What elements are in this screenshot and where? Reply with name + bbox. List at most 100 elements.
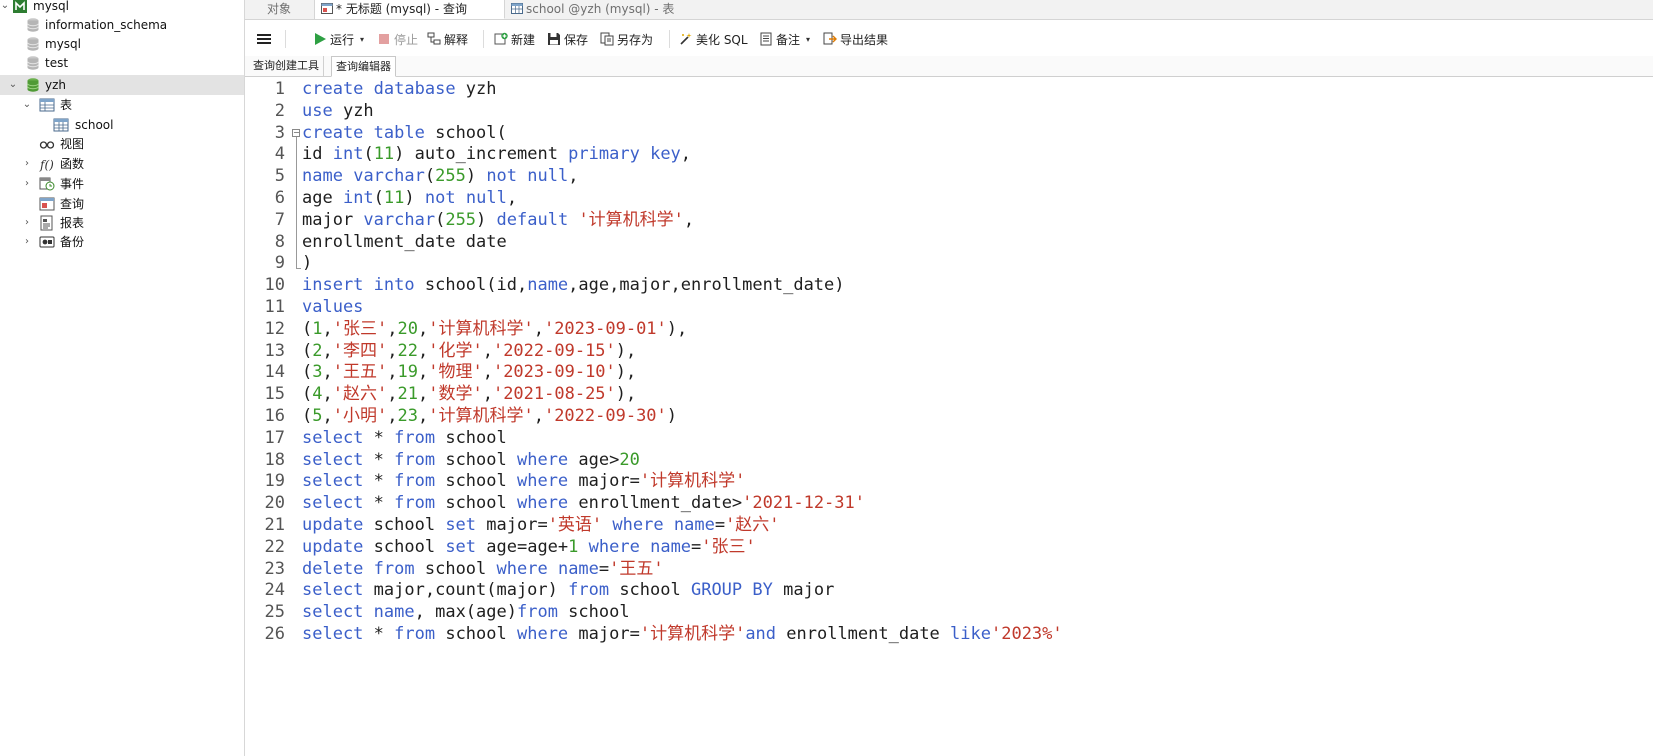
database-label: test <box>45 56 69 70</box>
tree-item-functions[interactable]: › f() 函数 <box>0 154 244 174</box>
sql-keyword: select <box>302 493 364 514</box>
sql-keyword: delete <box>302 558 364 579</box>
sql-number: 11 <box>383 188 405 208</box>
code-line[interactable]: (4,'赵六',21,'数学','2021-08-25'), <box>302 383 636 406</box>
line-number: 9 <box>274 253 285 274</box>
tab-table-school[interactable]: school @yzh (mysql) - 表 <box>505 0 680 19</box>
sql-keyword: set <box>445 536 477 557</box>
code-line[interactable]: create table school( <box>302 122 507 145</box>
sql-text: , <box>533 318 544 339</box>
sql-keyword: key <box>650 144 681 165</box>
code-line[interactable]: update school set age=age+1 where name='… <box>302 536 756 559</box>
sql-number: 23 <box>397 406 418 426</box>
dropdown-caret-icon[interactable]: ▾ <box>360 35 364 44</box>
tree-item-database[interactable]: mysql <box>0 34 244 54</box>
chevron-down-icon[interactable]: ⌄ <box>0 0 10 12</box>
tab-query-untitled[interactable]: * 无标题 (mysql) - 查询 <box>315 0 505 19</box>
sql-keyword: name <box>302 166 343 187</box>
code-line[interactable]: ) <box>302 252 312 275</box>
event-icon <box>39 176 55 192</box>
sql-string: '小明' <box>332 406 388 426</box>
code-line[interactable]: update school set major='英语' where name=… <box>302 514 780 537</box>
sql-editor[interactable]: 1 2 3 4 5 6 7 8 9 10 11 12 13 14 15 16 17 18 19 20 21 22 23 24 2… <box>245 78 1653 756</box>
sql-text: ( <box>363 144 374 165</box>
sql-text: , <box>417 318 429 339</box>
sql-string: '英语' <box>547 515 603 535</box>
sql-text: school <box>435 427 507 448</box>
new-query-button[interactable]: 新建 <box>494 29 535 49</box>
chevron-right-icon[interactable]: › <box>22 178 32 190</box>
menu-button[interactable] <box>257 29 271 49</box>
code-line[interactable]: select * from school <box>302 427 507 450</box>
chevron-right-icon[interactable]: › <box>22 236 32 248</box>
report-icon <box>39 215 55 231</box>
tree-item-database-selected[interactable]: ⌄ yzh <box>0 75 244 95</box>
tree-item-backups[interactable]: › 备份 <box>0 232 244 252</box>
tree-item-tables[interactable]: ⌄ 表 <box>0 95 244 115</box>
tree-item-reports[interactable]: › 报表 <box>0 213 244 233</box>
run-button[interactable]: 运行 ▾ <box>313 29 364 49</box>
tree-item-queries[interactable]: 查询 <box>0 194 244 214</box>
sql-number: 20 <box>397 318 418 339</box>
explain-button[interactable]: 解释 <box>427 29 468 49</box>
sql-text: school(id, <box>414 275 528 296</box>
code-line[interactable]: select major,count(major) from school GR… <box>302 579 834 602</box>
sql-text: ) <box>302 253 313 274</box>
code-line[interactable]: select * from school where major='计算机科学'… <box>302 623 1063 646</box>
code-line[interactable]: select * from school where major='计算机科学' <box>302 470 745 493</box>
sql-text: , <box>322 340 333 361</box>
chevron-right-icon[interactable]: › <box>22 158 32 170</box>
tab-objects[interactable]: 对象 <box>245 0 315 19</box>
chevron-down-icon[interactable]: ⌄ <box>22 99 32 111</box>
stop-icon <box>377 32 391 46</box>
code-line[interactable]: age int(11) not null, <box>302 187 517 210</box>
tab-query-editor[interactable]: 查询编辑器 <box>331 56 396 77</box>
code-line[interactable]: delete from school where name='王五' <box>302 558 664 581</box>
tree-label: 备份 <box>60 235 85 249</box>
code-line[interactable]: (2,'李四',22,'化学','2022-09-15'), <box>302 340 636 363</box>
explain-label: 解释 <box>444 32 469 47</box>
code-line[interactable]: (3,'王五',19,'物理','2023-09-10'), <box>302 361 636 384</box>
save-button[interactable]: 保存 <box>547 29 588 49</box>
code-line[interactable]: values <box>302 296 363 319</box>
line-number: 12 <box>264 318 285 339</box>
line-number: 24 <box>264 580 285 601</box>
code-line[interactable]: create database yzh <box>302 78 497 101</box>
code-line[interactable]: (1,'张三',20,'计算机科学','2023-09-01'), <box>302 318 687 341</box>
sql-text: = <box>714 515 726 535</box>
code-line[interactable]: select name, max(age)from school <box>302 601 630 624</box>
export-results-button[interactable]: 导出结果 <box>823 29 888 49</box>
sql-text: id <box>302 144 333 165</box>
dropdown-caret-icon[interactable]: ▾ <box>806 35 810 44</box>
tree-item-connection[interactable]: ⌄ mysql <box>0 0 244 16</box>
code-line[interactable]: name varchar(255) not null, <box>302 165 578 188</box>
tree-item-database[interactable]: test <box>0 53 244 73</box>
code-line[interactable]: (5,'小明',23,'计算机科学','2022-09-30') <box>302 405 677 428</box>
sql-keyword: varchar <box>353 166 425 187</box>
stop-button[interactable]: 停止 <box>377 29 418 49</box>
sql-text: , <box>417 406 429 426</box>
chevron-right-icon[interactable]: › <box>22 217 32 229</box>
note-button[interactable]: 备注 ▾ <box>759 29 810 49</box>
tree-item-views[interactable]: 视图 <box>0 134 244 154</box>
sql-keyword: select <box>302 449 364 470</box>
sql-text: , <box>322 362 333 383</box>
tree-item-events[interactable]: › 事件 <box>0 174 244 194</box>
chevron-down-icon[interactable]: ⌄ <box>8 79 18 91</box>
code-line[interactable]: select * from school where enrollment_da… <box>302 492 865 515</box>
code-line[interactable]: major varchar(255) default '计算机科学', <box>302 209 694 232</box>
code-line[interactable]: insert into school(id,name,age,major,enr… <box>302 274 845 297</box>
save-as-button[interactable]: 另存为 <box>600 29 653 49</box>
code-line[interactable]: id int(11) auto_increment primary key, <box>302 143 691 166</box>
collapse-icon[interactable]: − <box>292 129 300 137</box>
beautify-sql-button[interactable]: 美化 SQL <box>679 29 748 49</box>
tab-query-builder[interactable]: 查询创建工具 <box>249 56 324 76</box>
sql-text: , <box>533 406 544 426</box>
tree-item-database[interactable]: information_schema <box>0 15 244 35</box>
sql-keyword: int <box>342 188 374 208</box>
tree-item-table-school[interactable]: school <box>0 115 244 135</box>
code-line[interactable]: select * from school where age>20 <box>302 449 640 472</box>
code-line[interactable]: use yzh <box>302 100 374 123</box>
code-line[interactable]: enrollment_date date <box>302 231 507 254</box>
